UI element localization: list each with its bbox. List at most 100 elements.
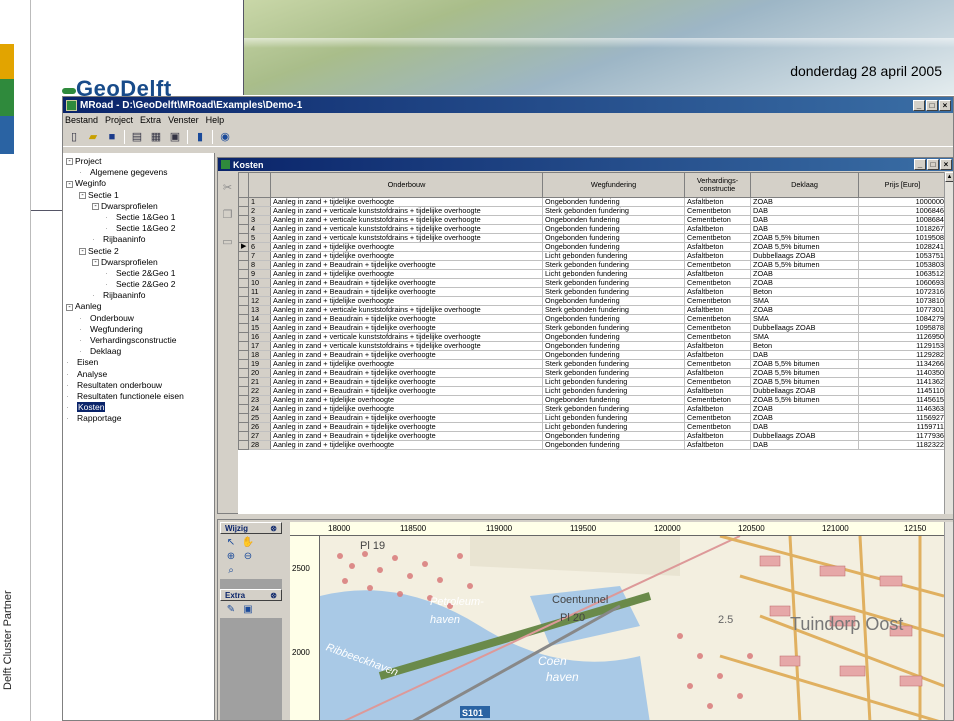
cell-prijs[interactable]: 1156927 xyxy=(858,413,946,423)
cell-onderbouw[interactable]: Aanleg in zand + verticale kunststofdrai… xyxy=(270,341,543,351)
cell-wegfundering[interactable]: Ongebonden fundering xyxy=(542,296,685,306)
cell-deklaag[interactable]: ZOAB 5,5% bitumen xyxy=(750,233,859,243)
cell-wegfundering[interactable]: Ongebonden fundering xyxy=(542,341,685,351)
pan-tool-icon[interactable]: ✋ xyxy=(241,537,255,548)
row-indicator[interactable] xyxy=(238,368,249,378)
cell-prijs[interactable]: 1053751 xyxy=(858,251,946,261)
cell-prijs[interactable]: 1028241 xyxy=(858,242,946,252)
kosten-minimize-button[interactable]: _ xyxy=(914,159,926,170)
tree-item[interactable]: - Sectie 2 xyxy=(63,246,214,257)
row-indicator[interactable] xyxy=(238,332,249,342)
row-indicator[interactable] xyxy=(238,251,249,261)
tree-item[interactable]: · Verhardingsconstructie xyxy=(63,335,214,346)
cell-onderbouw[interactable]: Aanleg in zand + tijdelijke overhoogte xyxy=(270,251,543,261)
row-indicator[interactable] xyxy=(238,233,249,243)
cell-onderbouw[interactable]: Aanleg in zand + Beaudrain + tijdelijke … xyxy=(270,431,543,441)
row-indicator[interactable] xyxy=(238,377,249,387)
cell-onderbouw[interactable]: Aanleg in zand + tijdelijke overhoogte xyxy=(270,242,543,252)
row-indicator[interactable] xyxy=(238,260,249,270)
row-indicator[interactable] xyxy=(238,386,249,396)
table-icon[interactable]: ▦ xyxy=(149,130,163,144)
cell-deklaag[interactable]: ZOAB xyxy=(750,278,859,288)
table-row[interactable]: 5 Aanleg in zand + verticale kunststofdra… xyxy=(238,233,946,243)
help-icon[interactable]: ◉ xyxy=(218,130,232,144)
cell-prijs[interactable]: 1141362 xyxy=(858,377,946,387)
cell-deklaag[interactable]: DAB xyxy=(750,224,859,234)
cell-wegfundering[interactable]: Ongebonden fundering xyxy=(542,314,685,324)
scroll-up-arrow-icon[interactable]: ▲ xyxy=(945,172,953,182)
tree-item[interactable]: - Project xyxy=(63,156,214,167)
zoom-in-icon[interactable]: ⊕ xyxy=(224,551,238,562)
cell-verhardingsconstructie[interactable]: Asfaltbeton xyxy=(684,224,751,234)
cell-wegfundering[interactable]: Sterk gebonden fundering xyxy=(542,260,685,270)
table-row[interactable]: 20 Aanleg in zand + Beaudrain + tijdelijk… xyxy=(238,368,946,378)
cell-deklaag[interactable]: ZOAB xyxy=(750,269,859,279)
copy-icon[interactable]: ❐ xyxy=(223,208,233,221)
row-indicator[interactable] xyxy=(238,440,249,450)
cell-deklaag[interactable]: SMA xyxy=(750,314,859,324)
cell-onderbouw[interactable]: Aanleg in zand + Beaudrain + tijdelijke … xyxy=(270,368,543,378)
cell-verhardingsconstructie[interactable]: Cementbeton xyxy=(684,206,751,216)
row-indicator[interactable] xyxy=(238,269,249,279)
header-onderbouw[interactable]: Onderbouw xyxy=(270,172,543,198)
row-indicator[interactable] xyxy=(238,287,249,297)
cell-deklaag[interactable]: ZOAB 5,5% bitumen xyxy=(750,395,859,405)
table-row[interactable]: 26 Aanleg in zand + Beaudrain + tijdelijk… xyxy=(238,422,946,432)
collapse-icon[interactable]: - xyxy=(66,158,73,166)
cell-onderbouw[interactable]: Aanleg in zand + verticale kunststofdrai… xyxy=(270,233,543,243)
cell-prijs[interactable]: 1126950 xyxy=(858,332,946,342)
cell-deklaag[interactable]: Beton xyxy=(750,287,859,297)
cell-deklaag[interactable]: ZOAB 5,5% bitumen xyxy=(750,368,859,378)
cell-wegfundering[interactable]: Ongebonden fundering xyxy=(542,197,685,207)
row-indicator[interactable] xyxy=(238,395,249,405)
cell-prijs[interactable]: 1129153 xyxy=(858,341,946,351)
header-verhardingsconstructie[interactable]: Verhardings-constructie xyxy=(684,172,751,198)
tree-item[interactable]: - Weginfo xyxy=(63,178,214,189)
cell-verhardingsconstructie[interactable]: Asfaltbeton xyxy=(684,305,751,315)
close-button[interactable]: × xyxy=(939,99,951,111)
collapse-icon[interactable]: - xyxy=(66,180,73,188)
cell-deklaag[interactable]: Dubbellaags ZOAB xyxy=(750,431,859,441)
cell-onderbouw[interactable]: Aanleg in zand + Beaudrain + tijdelijke … xyxy=(270,287,543,297)
open-folder-icon[interactable]: ▰ xyxy=(86,130,100,144)
menu-bestand[interactable]: Bestand xyxy=(65,115,98,125)
cell-wegfundering[interactable]: Licht gebonden fundering xyxy=(542,386,685,396)
row-indicator[interactable] xyxy=(238,413,249,423)
cell-onderbouw[interactable]: Aanleg in zand + verticale kunststofdrai… xyxy=(270,206,543,216)
measure-tool-icon[interactable]: ✎ xyxy=(224,604,238,615)
menu-venster[interactable]: Venster xyxy=(168,115,199,125)
cell-deklaag[interactable]: DAB xyxy=(750,440,859,450)
tree-item[interactable]: · Sectie 2&Geo 2 xyxy=(63,279,214,290)
cell-onderbouw[interactable]: Aanleg in zand + tijdelijke overhoogte xyxy=(270,269,543,279)
cell-deklaag[interactable]: DAB xyxy=(750,206,859,216)
cell-prijs[interactable]: 1134266 xyxy=(858,359,946,369)
table-row[interactable]: 11 Aanleg in zand + Beaudrain + tijdelijk… xyxy=(238,287,946,297)
table-row[interactable]: 12 Aanleg in zand + tijdelijke overhoogte… xyxy=(238,296,946,306)
cell-prijs[interactable]: 1008684 xyxy=(858,215,946,225)
cell-deklaag[interactable]: ZOAB xyxy=(750,305,859,315)
cell-verhardingsconstructie[interactable]: Cementbeton xyxy=(684,278,751,288)
row-indicator[interactable] xyxy=(238,296,249,306)
tree-item[interactable]: · Rijbaaninfo xyxy=(63,290,214,301)
cell-wegfundering[interactable]: Sterk gebonden fundering xyxy=(542,278,685,288)
cell-wegfundering[interactable]: Sterk gebonden fundering xyxy=(542,206,685,216)
row-indicator[interactable] xyxy=(238,224,249,234)
table-row[interactable]: 3 Aanleg in zand + verticale kunststofdra… xyxy=(238,215,946,225)
cell-onderbouw[interactable]: Aanleg in zand + Beaudrain + tijdelijke … xyxy=(270,350,543,360)
collapse-icon[interactable]: - xyxy=(66,303,73,311)
menu-project[interactable]: Project xyxy=(105,115,133,125)
cell-onderbouw[interactable]: Aanleg in zand + tijdelijke overhoogte xyxy=(270,395,543,405)
table-row[interactable]: 4 Aanleg in zand + verticale kunststofdra… xyxy=(238,224,946,234)
cell-verhardingsconstructie[interactable]: Asfaltbeton xyxy=(684,251,751,261)
cell-wegfundering[interactable]: Sterk gebonden fundering xyxy=(542,359,685,369)
cell-wegfundering[interactable]: Licht gebonden fundering xyxy=(542,413,685,423)
table-row[interactable]: 13 Aanleg in zand + verticale kunststofdr… xyxy=(238,305,946,315)
kosten-scrollbar[interactable]: ▲ xyxy=(944,172,953,514)
cell-onderbouw[interactable]: Aanleg in zand + tijdelijke overhoogte xyxy=(270,440,543,450)
table-row[interactable]: 23 Aanleg in zand + tijdelijke overhoogte… xyxy=(238,395,946,405)
cell-deklaag[interactable]: DAB xyxy=(750,422,859,432)
row-indicator[interactable] xyxy=(238,350,249,360)
tree-item[interactable]: - Dwarsprofielen xyxy=(63,257,214,268)
cell-wegfundering[interactable]: Licht gebonden fundering xyxy=(542,251,685,261)
cell-onderbouw[interactable]: Aanleg in zand + Beaudrain + tijdelijke … xyxy=(270,377,543,387)
